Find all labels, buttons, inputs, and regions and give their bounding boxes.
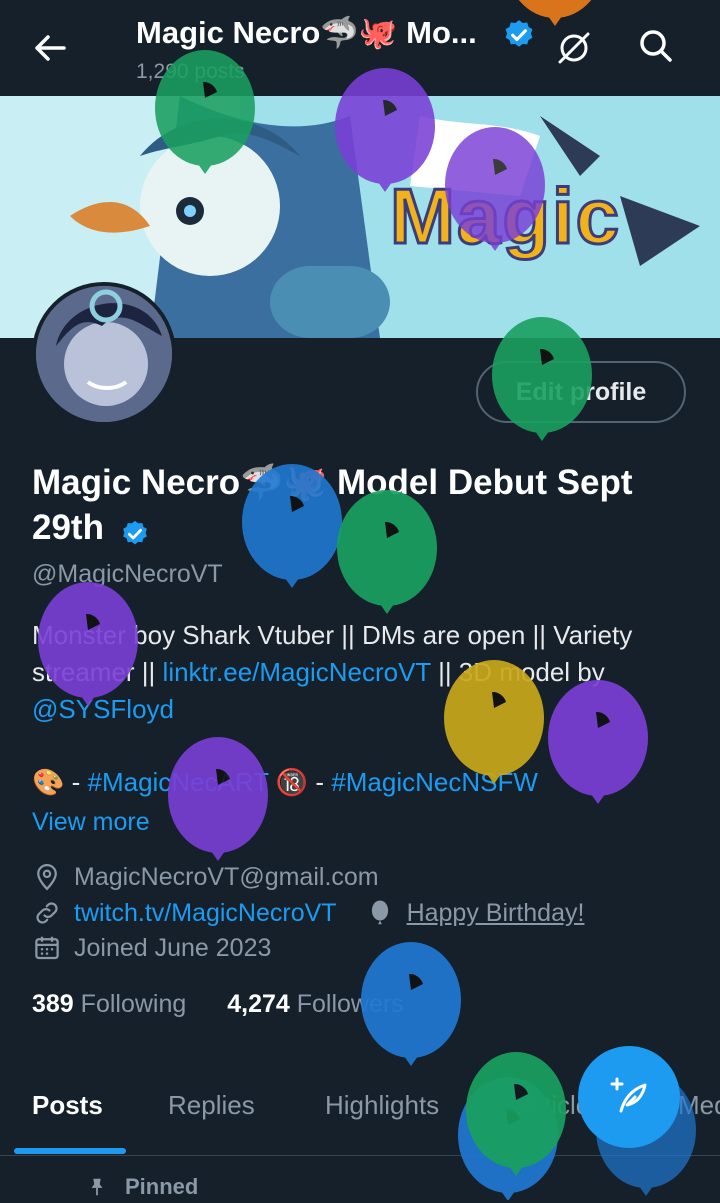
joined-text: Joined June 2023: [74, 933, 272, 962]
birthday-text[interactable]: Happy Birthday!: [407, 899, 585, 928]
search-icon[interactable]: [632, 22, 680, 70]
posts-count: 1,290 posts: [136, 60, 245, 83]
active-tab-indicator: [14, 1148, 126, 1154]
bio-text: 🔞 -: [268, 767, 332, 797]
hashtag-link[interactable]: #MagicNecNSFW: [331, 767, 538, 797]
location-row: MagicNecroVT@gmail.com: [32, 862, 379, 892]
tab-posts[interactable]: Posts: [32, 1090, 103, 1121]
pin-icon: [86, 1176, 108, 1203]
joined-row: Joined June 2023: [32, 933, 271, 963]
website-row: twitch.tv/MagicNecroVT Happy Birthday!: [32, 898, 584, 928]
follow-counts: 389 Following 4,274 Followers: [32, 990, 404, 1019]
avatar[interactable]: [32, 282, 176, 426]
bio-text: || 3D model by: [430, 657, 605, 687]
tabs-divider: [0, 1155, 720, 1156]
profile-bio: Monster boy Shark Vtuber || DMs are open…: [32, 617, 692, 728]
edit-profile-button[interactable]: Edit profile: [476, 361, 686, 423]
tab-highlights[interactable]: Highlights: [325, 1090, 439, 1121]
followers-link[interactable]: 4,274 Followers: [227, 990, 404, 1018]
website-link[interactable]: twitch.tv/MagicNecroVT: [74, 899, 337, 928]
bio-text: 🎨 -: [32, 767, 88, 797]
bio-hashtags-line: 🎨 - #MagicNecART 🔞 - #MagicNecNSFW: [32, 767, 538, 798]
profile-name: Magic Necro🦈🐙 Model Debut Sept 29th: [32, 460, 672, 550]
bio-mention[interactable]: @SYSFloyd: [32, 694, 174, 724]
banner-logo-text: Magic: [388, 171, 622, 262]
verified-badge-icon[interactable]: [120, 515, 150, 545]
location-pin-icon: [37, 863, 57, 891]
bio-link[interactable]: linktr.ee/MagicNecroVT: [163, 657, 431, 687]
verified-badge-icon: [502, 18, 536, 57]
location-text: MagicNecroVT@gmail.com: [74, 862, 379, 891]
hashtag-link[interactable]: #MagicNecART: [87, 767, 268, 797]
feather-plus-icon: [610, 1077, 647, 1113]
back-arrow-icon[interactable]: [26, 24, 74, 72]
tab-replies[interactable]: Replies: [168, 1090, 255, 1121]
compose-post-button[interactable]: [578, 1046, 680, 1148]
tab-media[interactable]: Media: [678, 1090, 720, 1121]
balloon-icon: [371, 900, 388, 925]
top-bar: Magic Necro🦈🐙 Mo... 1,290 posts: [0, 0, 720, 96]
calendar-icon: [35, 936, 59, 960]
view-more-link[interactable]: View more: [32, 808, 150, 837]
following-link[interactable]: 389 Following: [32, 990, 186, 1018]
profile-handle: @MagicNecroVT: [32, 560, 223, 588]
header-title: Magic Necro🦈🐙 Mo...: [136, 15, 477, 50]
link-icon: [36, 902, 58, 924]
grok-icon[interactable]: [550, 22, 598, 70]
pinned-label: Pinned: [125, 1174, 199, 1199]
